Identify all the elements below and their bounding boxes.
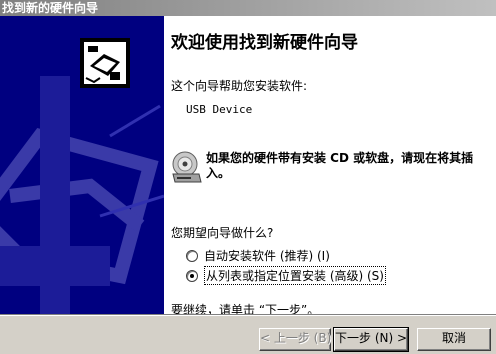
window-title: 找到新的硬件向导: [2, 1, 99, 15]
button-divider: [0, 314, 496, 316]
page-title: 欢迎使用找到新硬件向导: [171, 33, 358, 53]
device-name: USB Device: [186, 103, 253, 116]
cancel-button[interactable]: 取消: [417, 328, 491, 351]
option-list-install-label: 从列表或指定位置安装 (高级) (S): [204, 266, 386, 285]
radio-list-install[interactable]: [186, 269, 198, 282]
cd-notice: 如果您的硬件带有安装 CD 或软盘，请现在将其插入。: [206, 151, 474, 180]
option-auto-install-label: 自动安装软件 (推荐) (I): [204, 249, 330, 263]
wizard-content: 欢迎使用找到新硬件向导 这个向导帮助您安装软件: USB Device 如果您的…: [164, 16, 496, 317]
wizard-sidebar-graphic: [0, 38, 164, 314]
hardware-wizard-icon: [80, 38, 130, 88]
option-auto-install[interactable]: 自动安装软件 (推荐) (I): [186, 247, 330, 264]
next-button[interactable]: 下一步 (N) >: [333, 327, 409, 352]
window-title-bar[interactable]: 找到新的硬件向导: [0, 0, 496, 16]
radio-auto-install[interactable]: [186, 249, 198, 262]
wizard-sidebar: [0, 16, 164, 314]
cd-drive-icon: [171, 150, 203, 189]
option-list-install[interactable]: 从列表或指定位置安装 (高级) (S): [186, 266, 386, 285]
question-text: 您期望向导做什么?: [171, 226, 274, 240]
intro-text: 这个向导帮助您安装软件:: [171, 79, 308, 93]
back-button[interactable]: < 上一步 (B): [259, 328, 331, 351]
